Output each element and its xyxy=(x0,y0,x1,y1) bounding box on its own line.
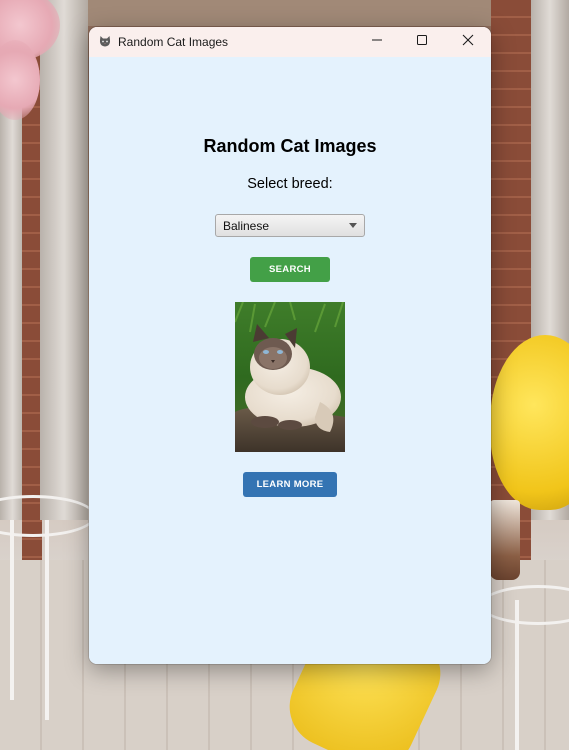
close-icon xyxy=(462,33,474,51)
search-button[interactable]: SEARCH xyxy=(250,257,330,282)
learn-more-button[interactable]: LEARN MORE xyxy=(243,472,337,497)
wallpaper-pillar xyxy=(40,0,88,520)
cat-image xyxy=(235,302,345,452)
minimize-icon xyxy=(371,33,383,51)
wallpaper-chair xyxy=(515,600,519,750)
chevron-down-icon xyxy=(349,223,357,228)
close-button[interactable] xyxy=(445,27,491,57)
minimize-button[interactable] xyxy=(354,27,400,57)
page-title: Random Cat Images xyxy=(203,136,377,156)
title-bar[interactable]: Random Cat Images xyxy=(89,27,491,57)
wallpaper-cup xyxy=(490,500,520,580)
breed-select[interactable]: Balinese xyxy=(215,214,365,237)
window-title: Random Cat Images xyxy=(118,35,229,49)
wallpaper-chair xyxy=(45,520,49,720)
breed-label: Select breed: xyxy=(247,176,333,192)
breed-select-value: Balinese xyxy=(223,219,270,233)
maximize-icon xyxy=(416,33,428,51)
app-window: Random Cat Images Random Cat Images Sele… xyxy=(89,27,491,664)
cat-icon xyxy=(98,35,112,49)
main-content: Random Cat Images Select breed: Balinese… xyxy=(89,57,491,664)
maximize-button[interactable] xyxy=(399,27,445,57)
wallpaper-chair xyxy=(10,520,14,700)
